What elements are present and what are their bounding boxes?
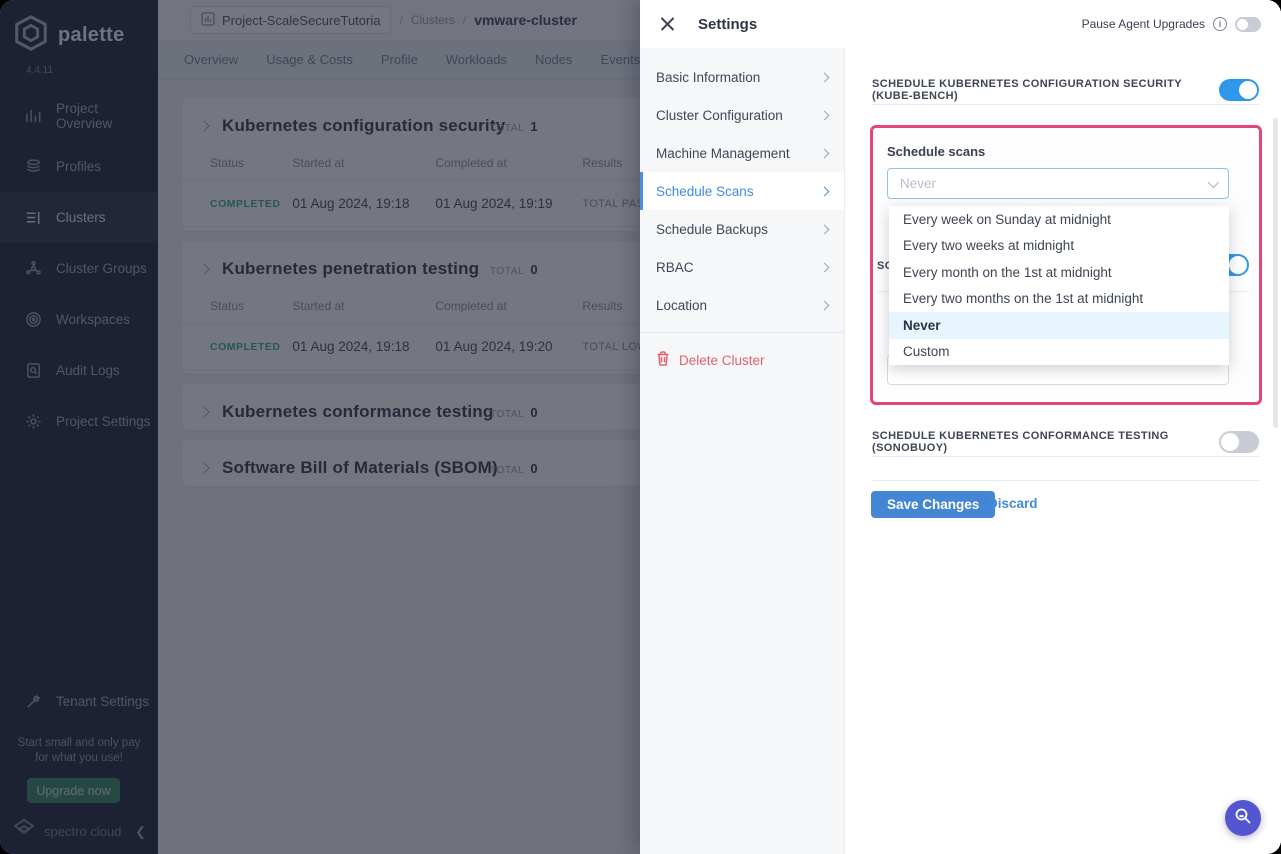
chevron-right-icon	[820, 72, 830, 82]
sonobuoy-toggle[interactable]	[1219, 431, 1259, 453]
kube-bench-toggle[interactable]	[1219, 79, 1259, 101]
trash-icon	[656, 351, 670, 369]
sonobuoy-label: SCHEDULE KUBERNETES CONFORMANCE TESTING …	[872, 430, 1219, 454]
scrollbar[interactable]	[1273, 118, 1278, 428]
option-never[interactable]: Never	[889, 312, 1229, 339]
discard-link[interactable]: Discard	[988, 496, 1038, 511]
menu-item-schedule-backups[interactable]: Schedule Backups	[640, 210, 844, 248]
info-icon[interactable]: i	[1213, 17, 1227, 31]
menu-item-rbac[interactable]: RBAC	[640, 248, 844, 286]
drawer-header: Settings Pause Agent Upgrades i	[640, 0, 1281, 48]
search-fab-button[interactable]	[1225, 800, 1261, 836]
chevron-right-icon	[820, 148, 830, 158]
divider	[872, 456, 1259, 457]
option-custom[interactable]: Custom	[889, 339, 1229, 366]
settings-drawer: Settings Pause Agent Upgrades i Basic In…	[640, 0, 1281, 854]
pause-agent-upgrades-label: Pause Agent Upgrades	[1082, 17, 1205, 31]
menu-label: Schedule Scans	[656, 184, 754, 199]
modal-overlay[interactable]	[0, 0, 640, 854]
close-icon[interactable]	[660, 16, 676, 32]
delete-cluster-label: Delete Cluster	[679, 353, 765, 368]
option-every-two-weeks[interactable]: Every two weeks at midnight	[889, 233, 1229, 260]
kube-bench-label: SCHEDULE KUBERNETES CONFIGURATION SECURI…	[872, 78, 1219, 102]
chevron-right-icon	[820, 186, 830, 196]
menu-label: Schedule Backups	[656, 222, 768, 237]
search-icon	[1234, 807, 1252, 830]
chevron-right-icon	[820, 300, 830, 310]
kube-bench-section: SCHEDULE KUBERNETES CONFIGURATION SECURI…	[872, 78, 1259, 102]
sonobuoy-section: SCHEDULE KUBERNETES CONFORMANCE TESTING …	[872, 430, 1259, 454]
chevron-down-icon	[1208, 176, 1219, 187]
chevron-right-icon	[820, 224, 830, 234]
menu-label: Cluster Configuration	[656, 108, 783, 123]
schedule-scans-panel: SCHEDULE KUBERNETES CONFIGURATION SECURI…	[845, 48, 1281, 854]
settings-menu: Basic Information Cluster Configuration …	[640, 48, 845, 854]
schedule-scans-select[interactable]: Never	[887, 168, 1229, 199]
drawer-title: Settings	[698, 16, 1082, 33]
menu-item-location[interactable]: Location	[640, 286, 844, 324]
option-every-week[interactable]: Every week on Sunday at midnight	[889, 206, 1229, 233]
divider	[872, 104, 1259, 105]
menu-item-schedule-scans[interactable]: Schedule Scans	[640, 172, 844, 210]
schedule-scans-label: Schedule scans	[887, 144, 985, 159]
option-every-two-months[interactable]: Every two months on the 1st at midnight	[889, 286, 1229, 313]
app-window: palette 4.4.11 Project Overview Profiles…	[0, 0, 1281, 854]
delete-cluster-button[interactable]: Delete Cluster	[640, 341, 844, 379]
menu-item-basic-information[interactable]: Basic Information	[640, 58, 844, 96]
pause-agent-upgrades: Pause Agent Upgrades i	[1082, 17, 1261, 32]
menu-label: Machine Management	[656, 146, 790, 161]
menu-label: RBAC	[656, 260, 694, 275]
save-changes-button[interactable]: Save Changes	[871, 491, 995, 518]
schedule-scans-dropdown: Every week on Sunday at midnight Every t…	[889, 206, 1229, 365]
select-value: Never	[900, 176, 1208, 191]
schedule-scans-highlight-box: Schedule scans Never SC Never Every week…	[870, 125, 1262, 405]
divider	[640, 332, 844, 333]
menu-item-machine-management[interactable]: Machine Management	[640, 134, 844, 172]
menu-label: Basic Information	[656, 70, 760, 85]
chevron-right-icon	[820, 110, 830, 120]
chevron-right-icon	[820, 262, 830, 272]
divider	[872, 480, 1259, 481]
pause-agent-upgrades-toggle[interactable]	[1235, 17, 1261, 32]
option-every-month[interactable]: Every month on the 1st at midnight	[889, 259, 1229, 286]
menu-label: Location	[656, 298, 707, 313]
menu-item-cluster-configuration[interactable]: Cluster Configuration	[640, 96, 844, 134]
